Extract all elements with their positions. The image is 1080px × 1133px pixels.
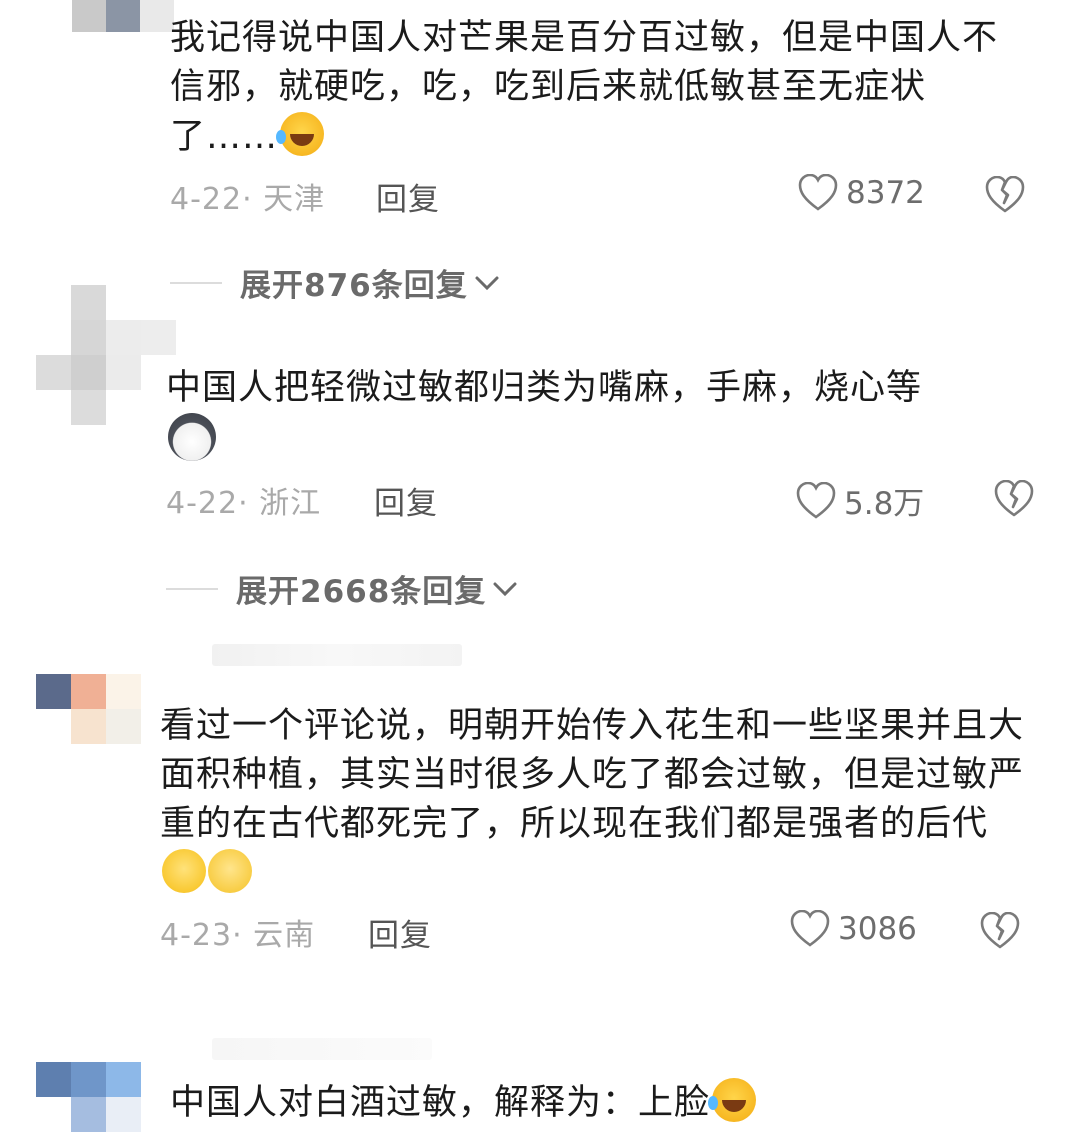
laugh-tears-emoji-icon [276, 112, 325, 156]
divider-line [170, 281, 222, 284]
like-count: 5.8万 [844, 486, 925, 522]
expand-replies-button[interactable]: 展开2668条回复 [166, 566, 518, 611]
comment-text: 中国人把轻微过敏都归类为嘴麻，手麻，烧心等 [166, 364, 1026, 467]
dislike-button[interactable] [985, 175, 1025, 218]
username-blurred[interactable] [212, 1038, 432, 1060]
husky-emoji-icon [168, 413, 216, 461]
like-button[interactable]: 3086 [790, 910, 917, 948]
avatar[interactable] [36, 674, 141, 744]
username-blurred[interactable] [212, 644, 462, 666]
comment-location: 云南 [253, 918, 316, 953]
chevron-down-icon [493, 582, 517, 596]
chevron-down-icon [475, 276, 499, 290]
comment-meta: 4-22· 浙江 [166, 486, 322, 521]
like-count: 3086 [838, 911, 917, 947]
broken-heart-icon [985, 175, 1025, 213]
avatar[interactable] [36, 1062, 141, 1132]
comment-date: 4-23 [160, 918, 233, 953]
like-count: 8372 [846, 175, 925, 211]
comment-text: 我记得说中国人对芒果是百分百过敏，但是中国人不信邪，就硬吃，吃，吃到后来就低敏甚… [170, 18, 999, 157]
expand-replies-button[interactable]: 展开876条回复 [170, 260, 500, 305]
heart-icon [790, 910, 830, 947]
like-button[interactable]: 5.8万 [796, 478, 924, 523]
divider-line [166, 587, 218, 590]
dislike-button[interactable] [994, 479, 1034, 522]
comment-meta: 4-23· 云南 [160, 918, 316, 953]
heart-icon [798, 174, 838, 211]
reply-button[interactable]: 回复 [368, 910, 432, 955]
like-button[interactable]: 8372 [798, 174, 925, 212]
avatar[interactable] [36, 285, 176, 425]
avatar[interactable] [72, 0, 174, 100]
comment-text: 中国人对白酒过敏，解释为：上脸 [170, 1078, 1030, 1128]
comment-meta: 4-22· 天津 [170, 182, 326, 217]
broken-heart-icon [994, 479, 1034, 517]
expand-replies-label: 展开2668条回复 [236, 574, 487, 610]
pleading-emoji-icon [208, 849, 252, 893]
laugh-tears-emoji-icon [708, 1078, 757, 1122]
broken-heart-icon [980, 911, 1020, 949]
heart-icon [796, 481, 836, 519]
comment-location: 天津 [263, 182, 326, 217]
reply-button[interactable]: 回复 [376, 174, 440, 219]
dislike-button[interactable] [980, 911, 1020, 954]
comment-location: 浙江 [259, 486, 322, 521]
comment-date: 4-22 [166, 486, 239, 521]
reply-button[interactable]: 回复 [374, 478, 438, 523]
expand-replies-label: 展开876条回复 [240, 268, 468, 304]
dizzy-emoji-icon [162, 849, 206, 893]
comment-text: 看过一个评论说，明朝开始传入花生和一些坚果并且大面积种植，其实当时很多人吃了都会… [160, 702, 1030, 899]
comment-date: 4-22 [170, 182, 243, 217]
